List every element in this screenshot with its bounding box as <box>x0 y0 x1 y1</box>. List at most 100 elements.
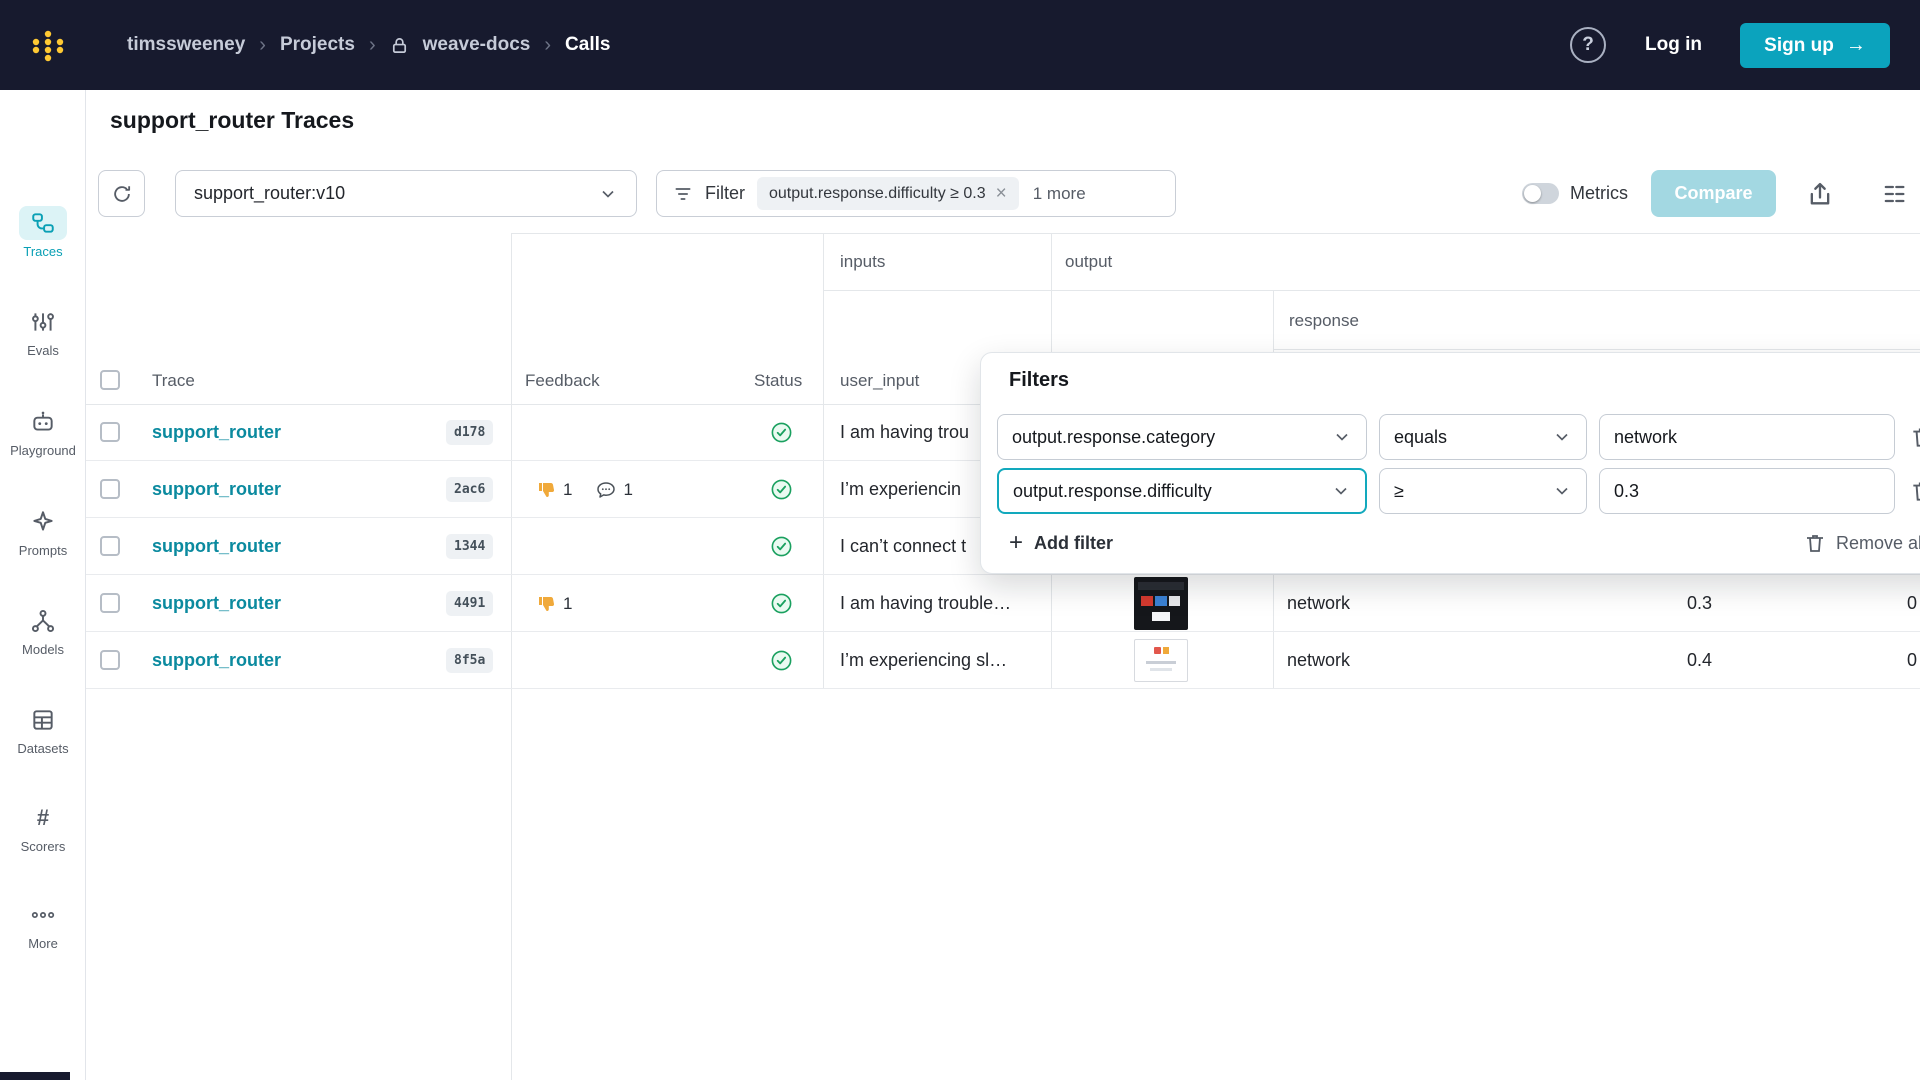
sidebar-item-label: Scorers <box>21 839 66 854</box>
sidebar-item-scorers[interactable]: # Scorers <box>0 801 86 854</box>
response-header-border <box>1273 349 1920 350</box>
add-filter-button[interactable]: + Add filter <box>1009 531 1113 555</box>
column-settings-icon[interactable] <box>1880 180 1908 208</box>
comment-count: 1 <box>623 480 632 500</box>
op-version-value: support_router:v10 <box>194 183 345 204</box>
column-header-trace: Trace <box>152 371 195 391</box>
response-difficulty-cell: 0.3 <box>1687 575 1712 632</box>
breadcrumb-projects[interactable]: Projects <box>280 34 355 56</box>
hash-icon: # <box>19 801 67 835</box>
chevron-down-icon <box>1552 427 1572 447</box>
filter-operator-select[interactable]: ≥ <box>1379 468 1587 514</box>
output-thumbnail[interactable] <box>1134 577 1188 630</box>
trace-link[interactable]: support_router <box>152 518 281 575</box>
user-input-cell: I am having trouble… <box>840 575 1052 632</box>
sidebar-item-evals[interactable]: Evals <box>0 305 86 358</box>
group-header-response: response <box>1289 311 1359 331</box>
trace-link[interactable]: support_router <box>152 632 281 689</box>
signup-label: Sign up <box>1764 35 1834 57</box>
refresh-button[interactable] <box>98 170 145 217</box>
filter-field-select[interactable]: output.response.category <box>997 414 1367 460</box>
breadcrumb-user[interactable]: timssweeney <box>127 34 245 56</box>
sidebar-item-label: Prompts <box>19 543 67 558</box>
top-nav: timssweeney › Projects › weave-docs › Ca… <box>0 0 1920 90</box>
feedback-cell: 1 1 <box>536 461 633 518</box>
filter-chip[interactable]: output.response.difficulty ≥ 0.3 × <box>757 177 1019 210</box>
sidebar-item-prompts[interactable]: Prompts <box>0 505 86 558</box>
trace-link[interactable]: support_router <box>152 404 281 461</box>
comment-icon <box>596 480 616 500</box>
remove-all-label: Remove all <box>1836 533 1920 554</box>
table-row[interactable]: support_router 8f5a I’m experiencing sl…… <box>86 632 1920 689</box>
filter-operator-select[interactable]: equals <box>1379 414 1587 460</box>
group-header-inputs: inputs <box>840 252 885 272</box>
trash-icon[interactable] <box>1909 478 1920 504</box>
thumbs-down-count: 1 <box>563 480 572 500</box>
robot-icon <box>19 405 67 439</box>
wandb-logo-icon <box>26 23 70 67</box>
breadcrumb-separator: › <box>259 34 266 57</box>
traces-icon <box>19 206 67 240</box>
response-next-cell: 0 <box>1907 575 1917 632</box>
trace-link[interactable]: support_router <box>152 461 281 518</box>
toggle-knob <box>1524 185 1541 202</box>
sidebar-item-datasets[interactable]: Datasets <box>0 703 86 756</box>
wandb-logo[interactable] <box>26 23 70 67</box>
filter-operator-value: ≥ <box>1394 481 1404 502</box>
status-success-icon <box>770 535 793 558</box>
thumbs-down-icon <box>536 594 556 614</box>
sidebar-item-more[interactable]: More <box>0 898 86 951</box>
trash-icon[interactable] <box>1909 424 1920 450</box>
row-checkbox[interactable] <box>100 650 120 670</box>
output-thumbnail[interactable] <box>1134 639 1188 682</box>
filter-bar[interactable]: Filter output.response.difficulty ≥ 0.3 … <box>656 170 1176 217</box>
filter-row: output.response.category equals <box>997 414 1920 460</box>
breadcrumb-calls[interactable]: Calls <box>565 34 610 56</box>
trace-link[interactable]: support_router <box>152 575 281 632</box>
row-checkbox[interactable] <box>100 479 120 499</box>
sidebar-item-playground[interactable]: Playground <box>0 405 86 458</box>
chevron-down-icon <box>598 184 618 204</box>
status-success-icon <box>770 421 793 444</box>
column-header-status: Status <box>754 371 802 391</box>
table-icon <box>19 703 67 737</box>
row-checkbox[interactable] <box>100 593 120 613</box>
more-filters-label[interactable]: 1 more <box>1033 184 1086 204</box>
op-version-selector[interactable]: support_router:v10 <box>175 170 637 217</box>
sidebar-item-label: More <box>28 936 58 951</box>
response-category-cell: network <box>1287 575 1350 632</box>
login-button[interactable]: Log in <box>1645 0 1702 90</box>
signup-button[interactable]: Sign up → <box>1740 23 1890 68</box>
remove-all-filters-button[interactable]: Remove all <box>1803 531 1920 555</box>
export-icon[interactable] <box>1806 180 1834 208</box>
metrics-label: Metrics <box>1570 170 1628 217</box>
metrics-toggle[interactable] <box>1522 183 1559 204</box>
page-title: support_router Traces <box>110 107 354 134</box>
thumbs-down-count: 1 <box>563 594 572 614</box>
add-filter-label: Add filter <box>1034 533 1113 554</box>
status-success-icon <box>770 592 793 615</box>
filter-value-input[interactable] <box>1599 468 1895 514</box>
sidebar-item-traces[interactable]: Traces <box>0 206 86 259</box>
sidebar-item-label: Traces <box>23 244 62 259</box>
filters-popup-title: Filters <box>1009 369 1069 392</box>
filter-value-input[interactable] <box>1599 414 1895 460</box>
trace-id-chip: 2ac6 <box>446 477 493 502</box>
select-all-checkbox[interactable] <box>100 370 120 390</box>
bottom-bar <box>0 1072 70 1080</box>
filter-chip-close-icon[interactable]: × <box>996 183 1007 205</box>
sidebar-item-label: Evals <box>27 343 59 358</box>
models-icon <box>19 604 67 638</box>
compare-button[interactable]: Compare <box>1651 170 1776 217</box>
breadcrumb-separator: › <box>544 34 551 57</box>
sidebar-item-models[interactable]: Models <box>0 604 86 657</box>
row-checkbox[interactable] <box>100 536 120 556</box>
table-row[interactable]: support_router 4491 1 I am having troubl… <box>86 575 1920 632</box>
help-button[interactable]: ? <box>1570 27 1606 63</box>
response-category-cell: network <box>1287 632 1350 689</box>
refresh-icon <box>111 183 133 205</box>
breadcrumb-project[interactable]: weave-docs <box>423 34 531 56</box>
sparkle-icon <box>19 505 67 539</box>
filter-field-select[interactable]: output.response.difficulty <box>997 468 1367 514</box>
row-checkbox[interactable] <box>100 422 120 442</box>
